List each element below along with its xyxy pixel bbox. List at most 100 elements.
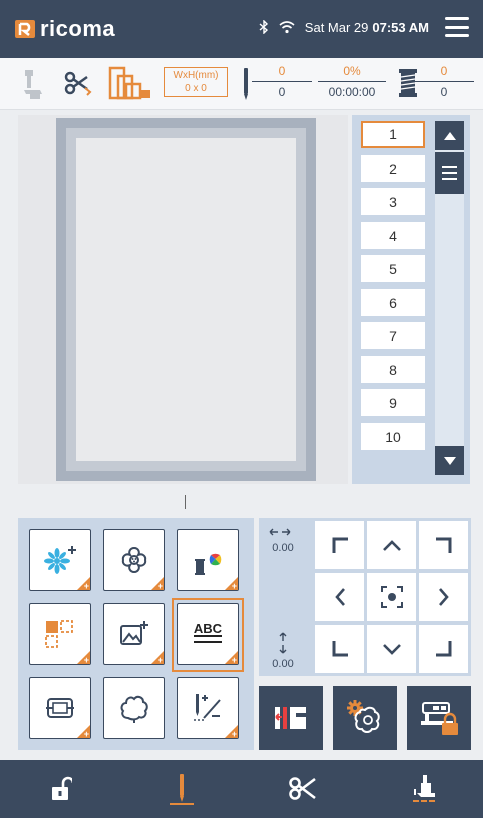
hoop-frame-button[interactable]: + bbox=[29, 677, 91, 739]
thread-current: 0 bbox=[440, 64, 448, 78]
embroidery-settings-button[interactable] bbox=[333, 686, 397, 750]
nav-trim[interactable] bbox=[242, 760, 363, 818]
presser-foot-icon bbox=[412, 775, 435, 802]
color-step-item[interactable]: 4 bbox=[361, 222, 425, 249]
bluetooth-icon bbox=[259, 20, 268, 34]
layout-button[interactable]: + bbox=[29, 603, 91, 665]
ricoma-logo-icon bbox=[15, 20, 35, 38]
thread-total: 0 bbox=[440, 85, 448, 99]
hoop-select-icon[interactable] bbox=[108, 64, 154, 102]
text-cursor bbox=[185, 495, 186, 509]
frame-move-panel: 0.00 0.00 bbox=[259, 518, 471, 676]
move-left-button[interactable] bbox=[315, 573, 364, 621]
move-down-button[interactable] bbox=[367, 625, 416, 673]
trace-design-button[interactable] bbox=[259, 686, 323, 750]
move-up-left-button[interactable] bbox=[315, 521, 364, 569]
color-step-item[interactable]: 8 bbox=[361, 356, 425, 383]
plus-glyph: + bbox=[231, 581, 237, 591]
design-canvas[interactable] bbox=[18, 115, 348, 484]
thread-divider bbox=[414, 81, 474, 82]
color-step-item[interactable]: 7 bbox=[361, 322, 425, 349]
plus-glyph: + bbox=[231, 729, 237, 739]
hoop-size-indicator: WxH(mm) 0 x 0 bbox=[164, 67, 228, 97]
scroll-thumb[interactable] bbox=[435, 152, 464, 194]
move-down-right-button[interactable] bbox=[419, 625, 468, 673]
chevron-left-icon bbox=[334, 588, 345, 606]
color-sequence-list: 1 2 3 4 5 6 7 8 9 10 bbox=[352, 115, 470, 484]
applique-button[interactable] bbox=[103, 677, 165, 739]
add-design-button[interactable]: + bbox=[29, 529, 91, 591]
status-date: Sat Mar 29 bbox=[304, 19, 369, 35]
applique-icon bbox=[120, 695, 148, 723]
needle-status-icon bbox=[244, 68, 248, 100]
move-up-button[interactable] bbox=[367, 521, 416, 569]
stitch-current: 0 bbox=[278, 64, 286, 78]
color-step-item[interactable]: 10 bbox=[361, 423, 425, 450]
move-up-right-button[interactable] bbox=[419, 521, 468, 569]
color-step-item[interactable]: 2 bbox=[361, 155, 425, 182]
color-step-item[interactable]: 3 bbox=[361, 188, 425, 215]
menu-button[interactable] bbox=[445, 17, 469, 37]
machine-lock-icon bbox=[421, 702, 458, 735]
trim-status-icon bbox=[64, 71, 92, 96]
corner-down-left-icon bbox=[332, 641, 348, 657]
ricoma-logo: ricoma bbox=[14, 16, 115, 42]
menu-line bbox=[445, 25, 469, 29]
elapsed-time: 00:00:00 bbox=[328, 85, 376, 99]
color-step-item[interactable]: 1 bbox=[361, 121, 425, 148]
unlock-icon bbox=[51, 776, 72, 800]
layout-icon bbox=[45, 620, 73, 648]
progress-indicator: 0% 00:00:00 bbox=[318, 64, 386, 99]
chevron-up-icon bbox=[382, 540, 401, 551]
move-right-button[interactable] bbox=[419, 573, 468, 621]
corner-up-left-icon bbox=[332, 537, 348, 553]
move-down-left-button[interactable] bbox=[315, 625, 364, 673]
scroll-up-button[interactable] bbox=[435, 121, 464, 150]
color-list-scrollbar[interactable] bbox=[435, 121, 464, 475]
hoop-sewing-field bbox=[76, 138, 296, 461]
menu-line bbox=[445, 17, 469, 20]
flower-design-icon bbox=[121, 546, 147, 574]
thumb-line bbox=[442, 166, 457, 168]
y-offset-value: 0.00 bbox=[272, 658, 294, 670]
progress-percent: 0% bbox=[343, 64, 361, 78]
color-step-item[interactable]: 9 bbox=[361, 389, 425, 416]
scroll-down-button[interactable] bbox=[435, 446, 464, 475]
hoop-frame-icon bbox=[46, 698, 74, 718]
plus-glyph: + bbox=[157, 655, 163, 665]
nav-unlock[interactable] bbox=[0, 760, 121, 818]
status-bar: Sat Mar 29 07:53 AM bbox=[259, 17, 469, 37]
move-center-button[interactable] bbox=[367, 573, 416, 621]
hoop-size-label: WxH(mm) bbox=[173, 70, 219, 81]
hoop-size-value: 0 x 0 bbox=[185, 83, 207, 94]
needle-icon bbox=[169, 774, 194, 805]
color-thread-button[interactable]: + bbox=[177, 529, 239, 591]
chevron-right-icon bbox=[438, 588, 449, 606]
hoop-border bbox=[66, 128, 306, 471]
stitch-divider bbox=[252, 81, 312, 82]
thread-counter: 0 0 bbox=[414, 64, 474, 99]
app-header: ricoma Sat Mar 29 07:53 AM bbox=[0, 0, 483, 58]
horizontal-arrows-icon bbox=[269, 528, 291, 536]
trace-frame-icon bbox=[275, 707, 306, 729]
vertical-arrows-icon bbox=[279, 632, 287, 654]
add-image-button[interactable]: + bbox=[103, 603, 165, 665]
bottom-navigation bbox=[0, 760, 483, 818]
color-step-item[interactable]: 5 bbox=[361, 255, 425, 282]
color-step-item[interactable]: 6 bbox=[361, 289, 425, 316]
stitch-edit-icon bbox=[194, 694, 221, 721]
stitch-edit-button[interactable]: + bbox=[177, 677, 239, 739]
design-library-button[interactable]: + bbox=[103, 529, 165, 591]
plus-glyph: + bbox=[83, 581, 89, 591]
chevron-down-icon bbox=[382, 644, 401, 655]
stitch-total: 0 bbox=[278, 85, 286, 99]
triangle-up-icon bbox=[443, 131, 456, 140]
machine-lock-button[interactable] bbox=[407, 686, 471, 750]
nav-presser-foot[interactable] bbox=[363, 760, 483, 818]
triangle-down-icon bbox=[443, 456, 456, 465]
status-toolbar: WxH(mm) 0 x 0 0 0 0% 00:00:00 0 0 bbox=[0, 58, 483, 110]
progress-divider bbox=[318, 81, 386, 82]
corner-down-right-icon bbox=[435, 641, 451, 657]
add-image-icon bbox=[120, 621, 148, 645]
nav-needle[interactable] bbox=[121, 760, 242, 818]
